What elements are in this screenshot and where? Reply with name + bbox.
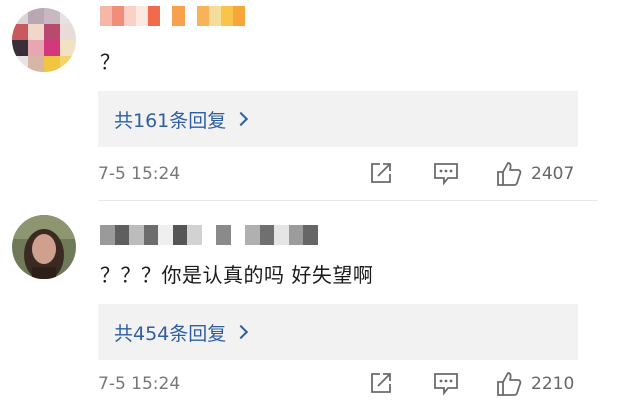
comment-item: ？？？你是认真的吗 好失望啊 共454条回复 7-5 15:24 2210	[0, 205, 617, 412]
share-button[interactable]	[368, 160, 394, 186]
comment-button[interactable]	[432, 160, 460, 186]
comment-text: ？？？你是认真的吗 好失望啊	[100, 263, 374, 287]
divider	[98, 200, 598, 201]
avatar[interactable]	[12, 215, 76, 279]
like-button[interactable]: 2210	[495, 370, 574, 398]
username[interactable]	[100, 6, 245, 26]
like-count: 2210	[531, 374, 575, 394]
view-replies-button[interactable]: 共161条回复	[98, 91, 578, 147]
thumbs-up-icon	[497, 372, 522, 396]
username-mosaic	[100, 6, 245, 26]
share-icon	[371, 163, 391, 183]
comment-button[interactable]	[432, 370, 460, 396]
comment-icon	[434, 163, 458, 186]
comment-icon	[434, 373, 458, 396]
username-mosaic	[100, 225, 318, 245]
comment-item: ？ 共161条回复 7-5 15:24 2407	[0, 0, 617, 201]
chevron-right-icon	[234, 324, 249, 340]
share-button[interactable]	[368, 370, 394, 396]
like-count: 2407	[531, 164, 575, 184]
timestamp: 7-5 15:24	[98, 164, 181, 184]
share-icon	[371, 373, 391, 393]
replies-label: 共161条回复	[114, 109, 227, 132]
avatar[interactable]	[12, 8, 76, 72]
thumbs-up-icon	[497, 162, 522, 186]
view-replies-button[interactable]: 共454条回复	[98, 304, 578, 360]
timestamp: 7-5 15:24	[98, 374, 181, 394]
comment-text: ？	[100, 50, 121, 74]
username[interactable]	[100, 225, 318, 245]
replies-label: 共454条回复	[114, 322, 227, 345]
like-button[interactable]: 2407	[495, 160, 574, 188]
chevron-right-icon	[234, 111, 249, 127]
